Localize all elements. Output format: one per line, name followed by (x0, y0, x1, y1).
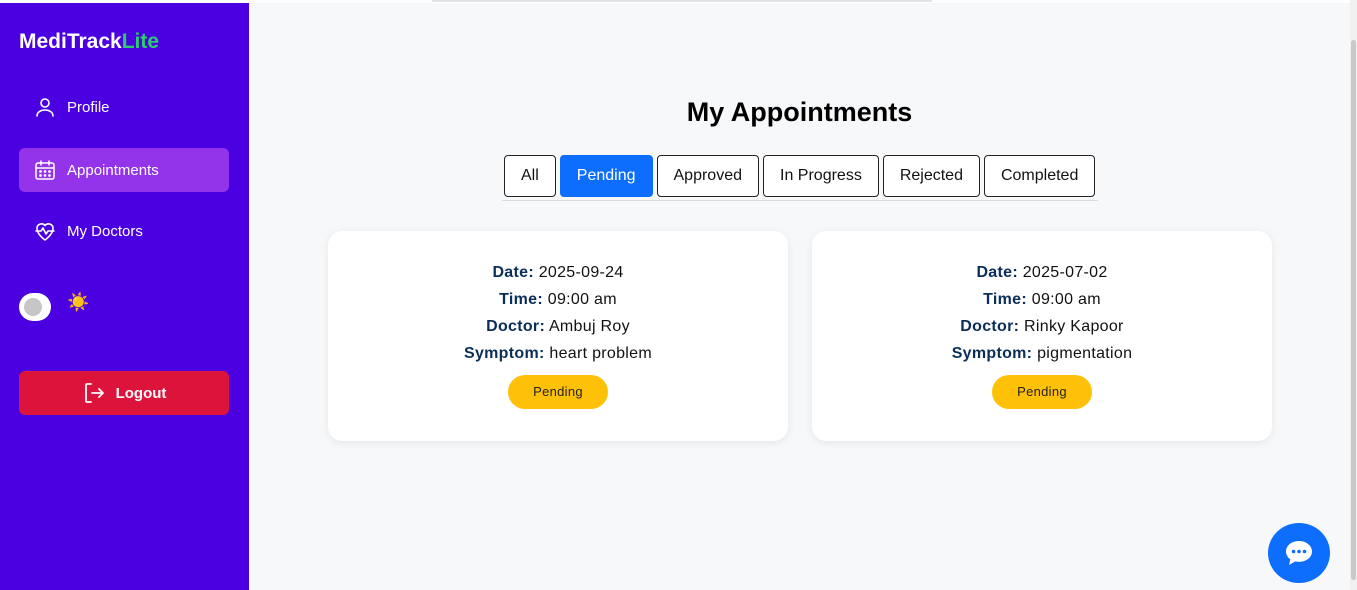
logout-icon (84, 383, 104, 403)
time-row: Time: 09:00 am (812, 286, 1272, 313)
date-row: Date: 2025-09-24 (328, 259, 788, 286)
scrollbar[interactable] (1350, 0, 1357, 590)
calendar-icon (33, 158, 57, 182)
theme-toggle[interactable] (19, 293, 51, 321)
page-title: My Appointments (686, 97, 913, 127)
tab-rejected[interactable]: Rejected (882, 155, 980, 197)
tab-pending[interactable]: Pending (559, 155, 653, 197)
date-label: Date: (492, 264, 534, 281)
sidebar-item-label: My Doctors (67, 222, 143, 240)
main-content: My Appointments All Pending Approved In … (249, 3, 1350, 590)
sidebar: MediTrackLite Profile Appointments My Do… (0, 3, 249, 590)
symptom-value: pigmentation (1037, 345, 1133, 362)
time-label: Time: (499, 291, 543, 308)
symptom-value: heart problem (549, 345, 652, 362)
date-value: 2025-09-24 (538, 264, 624, 281)
symptom-row: Symptom: pigmentation (812, 340, 1272, 367)
app-logo: MediTrackLite (19, 30, 159, 54)
symptom-row: Symptom: heart problem (328, 340, 788, 367)
sidebar-item-label: Profile (67, 98, 110, 116)
sidebar-item-appointments[interactable]: Appointments (19, 148, 229, 192)
doctor-row: Doctor: Rinky Kapoor (812, 313, 1272, 340)
tab-completed[interactable]: Completed (983, 155, 1096, 197)
brand-suffix: Lite (121, 30, 160, 53)
tab-in-progress[interactable]: In Progress (763, 155, 879, 197)
symptom-label: Symptom: (463, 345, 545, 362)
doctor-row: Doctor: Ambuj Roy (328, 313, 788, 340)
time-value: 09:00 am (1031, 291, 1101, 308)
doctor-label: Doctor: (486, 318, 546, 335)
logout-label: Logout (115, 384, 167, 402)
tab-all[interactable]: All (504, 155, 556, 197)
sidebar-item-label: Appointments (67, 161, 159, 179)
sidebar-item-my-doctors[interactable]: My Doctors (19, 209, 229, 253)
date-row: Date: 2025-07-02 (812, 259, 1272, 286)
sun-icon: ☀️ (67, 292, 90, 313)
doctor-value: Rinky Kapoor (1024, 318, 1124, 335)
brand-name: MediTrack (19, 30, 122, 53)
symptom-label: Symptom: (951, 345, 1033, 362)
time-label: Time: (983, 291, 1027, 308)
status-badge: Pending (992, 375, 1092, 409)
doctor-value: Ambuj Roy (548, 318, 630, 335)
chat-button[interactable] (1268, 523, 1330, 583)
time-value: 09:00 am (547, 291, 617, 308)
date-value: 2025-07-02 (1022, 264, 1108, 281)
tab-approved[interactable]: Approved (656, 155, 759, 197)
top-strip (432, 0, 932, 2)
user-icon (33, 95, 57, 119)
date-label: Date: (976, 264, 1018, 281)
time-row: Time: 09:00 am (328, 286, 788, 313)
chat-bubble-icon (1286, 541, 1312, 565)
sidebar-item-profile[interactable]: Profile (19, 85, 229, 129)
doctor-label: Doctor: (960, 318, 1020, 335)
appointment-card: Date: 2025-09-24 Time: 09:00 am Doctor: … (328, 231, 788, 441)
toggle-knob (24, 298, 42, 316)
appointment-card: Date: 2025-07-02 Time: 09:00 am Doctor: … (812, 231, 1272, 441)
logout-button[interactable]: Logout (19, 371, 229, 415)
heart-pulse-icon (33, 219, 57, 243)
status-tabs: All Pending Approved In Progress Rejecte… (502, 155, 1098, 201)
status-badge: Pending (508, 375, 608, 409)
scrollbar-thumb[interactable] (1351, 40, 1356, 580)
